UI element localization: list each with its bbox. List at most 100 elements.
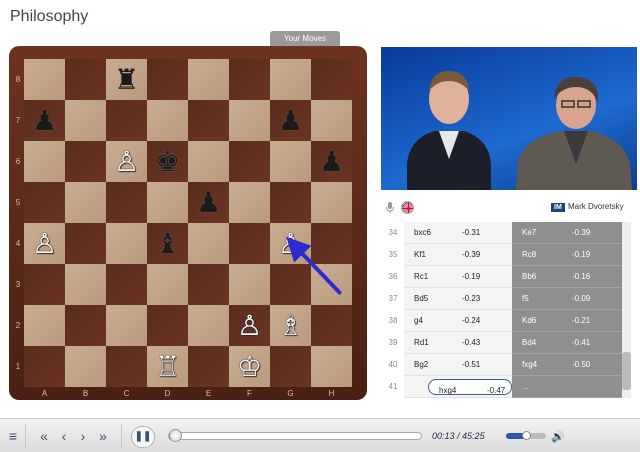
square-c1[interactable] xyxy=(106,346,147,387)
volume-knob[interactable] xyxy=(522,431,531,440)
square-g4[interactable]: ♙ xyxy=(270,223,311,264)
white-move-cell[interactable]: bxc6 -0.31 xyxy=(404,222,512,244)
square-g1[interactable] xyxy=(270,346,311,387)
square-g8[interactable] xyxy=(270,59,311,100)
square-c8[interactable]: ♜ xyxy=(106,59,147,100)
white-king-icon[interactable]: ♔ xyxy=(229,346,270,387)
next-move-icon[interactable]: › xyxy=(77,427,89,445)
white-move-cell[interactable]: Kf1 -0.39 xyxy=(404,244,512,266)
move-row[interactable]: 34 bxc6 -0.31 Ke7 -0.39 xyxy=(382,222,622,244)
move-list-scrollbar[interactable] xyxy=(622,222,631,398)
square-b1[interactable] xyxy=(65,346,106,387)
square-b7[interactable] xyxy=(65,100,106,141)
square-c5[interactable] xyxy=(106,182,147,223)
square-f1[interactable]: ♔ xyxy=(229,346,270,387)
square-e8[interactable] xyxy=(188,59,229,100)
your-moves-tab[interactable]: Your Moves xyxy=(270,31,340,47)
move-row[interactable]: 40 Bg2 -0.51 fxg4 -0.50 xyxy=(382,354,622,376)
move-row[interactable]: 38 g4 -0.24 Kd6 -0.21 xyxy=(382,310,622,332)
square-a3[interactable] xyxy=(24,264,65,305)
last-move-icon[interactable]: » xyxy=(95,427,111,445)
move-row[interactable]: 36 Rc1 -0.19 Bb6 -0.16 xyxy=(382,266,622,288)
square-d2[interactable] xyxy=(147,305,188,346)
square-g2[interactable]: ♗ xyxy=(270,305,311,346)
microphone-icon[interactable] xyxy=(384,201,396,213)
black-move-cell[interactable]: ... xyxy=(512,376,622,398)
black-rook-icon[interactable]: ♜ xyxy=(106,59,147,100)
square-f4[interactable] xyxy=(229,223,270,264)
square-a2[interactable] xyxy=(24,305,65,346)
square-d7[interactable] xyxy=(147,100,188,141)
black-move-cell[interactable]: Bb6 -0.16 xyxy=(512,266,622,288)
square-c3[interactable] xyxy=(106,264,147,305)
square-b6[interactable] xyxy=(65,141,106,182)
square-e7[interactable] xyxy=(188,100,229,141)
square-e1[interactable] xyxy=(188,346,229,387)
scrollbar-thumb[interactable] xyxy=(622,352,631,390)
black-move-cell[interactable]: Rc8 -0.19 xyxy=(512,244,622,266)
black-move-cell[interactable]: Ke7 -0.39 xyxy=(512,222,622,244)
square-f8[interactable] xyxy=(229,59,270,100)
square-h1[interactable] xyxy=(311,346,352,387)
square-g7[interactable]: ♟ xyxy=(270,100,311,141)
square-a7[interactable]: ♟ xyxy=(24,100,65,141)
move-row[interactable]: 35 Kf1 -0.39 Rc8 -0.19 xyxy=(382,244,622,266)
commentary-video[interactable] xyxy=(381,47,637,190)
move-row[interactable]: 41 hxg4 -0.47... xyxy=(382,376,622,398)
square-a8[interactable] xyxy=(24,59,65,100)
square-b5[interactable] xyxy=(65,182,106,223)
square-g5[interactable] xyxy=(270,182,311,223)
square-a4[interactable]: ♙ xyxy=(24,223,65,264)
square-h4[interactable] xyxy=(311,223,352,264)
square-b4[interactable] xyxy=(65,223,106,264)
current-move-highlight[interactable]: hxg4 -0.47 xyxy=(428,379,512,395)
square-g6[interactable] xyxy=(270,141,311,182)
progress-knob[interactable] xyxy=(169,429,182,442)
square-h8[interactable] xyxy=(311,59,352,100)
square-e6[interactable] xyxy=(188,141,229,182)
square-b8[interactable] xyxy=(65,59,106,100)
square-g3[interactable] xyxy=(270,264,311,305)
square-a5[interactable] xyxy=(24,182,65,223)
white-move-cell[interactable]: hxg4 -0.47 xyxy=(404,376,512,398)
white-bishop-icon[interactable]: ♗ xyxy=(270,305,311,346)
pause-button[interactable]: ❚❚ xyxy=(131,426,155,448)
square-e5[interactable]: ♟ xyxy=(188,182,229,223)
square-f3[interactable] xyxy=(229,264,270,305)
square-h7[interactable] xyxy=(311,100,352,141)
move-list[interactable]: 34 bxc6 -0.31 Ke7 -0.39 35 Kf1 -0.39 Rc8 -0.19 36 R… xyxy=(382,222,622,398)
square-e2[interactable] xyxy=(188,305,229,346)
white-move-cell[interactable]: Bd5 -0.23 xyxy=(404,288,512,310)
menu-icon[interactable]: ≡ xyxy=(6,427,20,445)
move-row[interactable]: 39 Rd1 -0.43 Bd4 -0.41 xyxy=(382,332,622,354)
uk-flag-icon[interactable] xyxy=(401,201,414,214)
black-move-cell[interactable]: Kd6 -0.21 xyxy=(512,310,622,332)
square-h6[interactable]: ♟ xyxy=(311,141,352,182)
chess-board[interactable]: ♜ ♟ ♟ ♙ ♚ ♟ ♟ ♙ ♝ ♙ ♙ ♗ ♖ ♔ xyxy=(24,59,352,387)
square-c2[interactable] xyxy=(106,305,147,346)
move-row[interactable]: 37 Bd5 -0.23 f5 -0.09 xyxy=(382,288,622,310)
square-d6[interactable]: ♚ xyxy=(147,141,188,182)
square-e4[interactable] xyxy=(188,223,229,264)
white-pawn-icon[interactable]: ♙ xyxy=(270,223,311,264)
black-pawn-icon[interactable]: ♟ xyxy=(188,182,229,223)
speaker-icon[interactable]: 🔊 xyxy=(551,430,565,443)
square-d1[interactable]: ♖ xyxy=(147,346,188,387)
white-move-cell[interactable]: Bg2 -0.51 xyxy=(404,354,512,376)
square-b3[interactable] xyxy=(65,264,106,305)
white-rook-icon[interactable]: ♖ xyxy=(147,346,188,387)
black-bishop-icon[interactable]: ♝ xyxy=(147,223,188,264)
square-b2[interactable] xyxy=(65,305,106,346)
white-move-cell[interactable]: Rd1 -0.43 xyxy=(404,332,512,354)
square-f6[interactable] xyxy=(229,141,270,182)
square-a6[interactable] xyxy=(24,141,65,182)
square-d4[interactable]: ♝ xyxy=(147,223,188,264)
white-pawn-icon[interactable]: ♙ xyxy=(229,305,270,346)
black-move-cell[interactable]: f5 -0.09 xyxy=(512,288,622,310)
previous-move-icon[interactable]: ‹ xyxy=(58,427,70,445)
first-move-icon[interactable]: « xyxy=(36,427,52,445)
black-pawn-icon[interactable]: ♟ xyxy=(270,100,311,141)
black-king-icon[interactable]: ♚ xyxy=(147,141,188,182)
square-c6[interactable]: ♙ xyxy=(106,141,147,182)
square-c4[interactable] xyxy=(106,223,147,264)
